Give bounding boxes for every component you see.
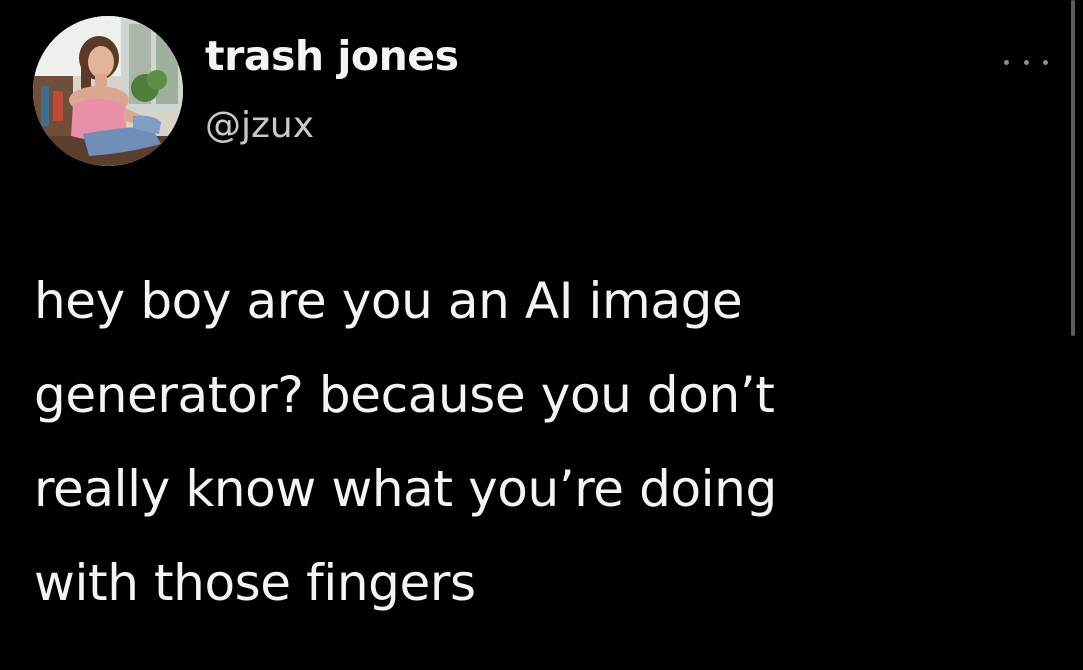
tweet-text-line: hey boy are you an AI image xyxy=(34,272,743,330)
tweet-card: trash jones @jzux hey boy are you an AI … xyxy=(0,0,1083,670)
more-horizontal-icon[interactable] xyxy=(1004,55,1048,69)
tweet-text-line: with those fingers xyxy=(34,554,476,612)
more-dot xyxy=(1004,59,1009,65)
scrollbar[interactable] xyxy=(1071,0,1075,336)
profile-photo xyxy=(33,16,183,166)
tweet-text: hey boy are you an AI image generator? b… xyxy=(34,254,1044,630)
user-handle[interactable]: @jzux xyxy=(205,108,314,144)
tweet-text-line: really know what you’re doing xyxy=(34,460,777,518)
display-name[interactable]: trash jones xyxy=(205,36,459,77)
avatar[interactable] xyxy=(33,16,183,166)
more-dot xyxy=(1023,59,1029,65)
more-dot xyxy=(1043,59,1048,65)
tweet-text-line: generator? because you don’t xyxy=(34,366,775,424)
